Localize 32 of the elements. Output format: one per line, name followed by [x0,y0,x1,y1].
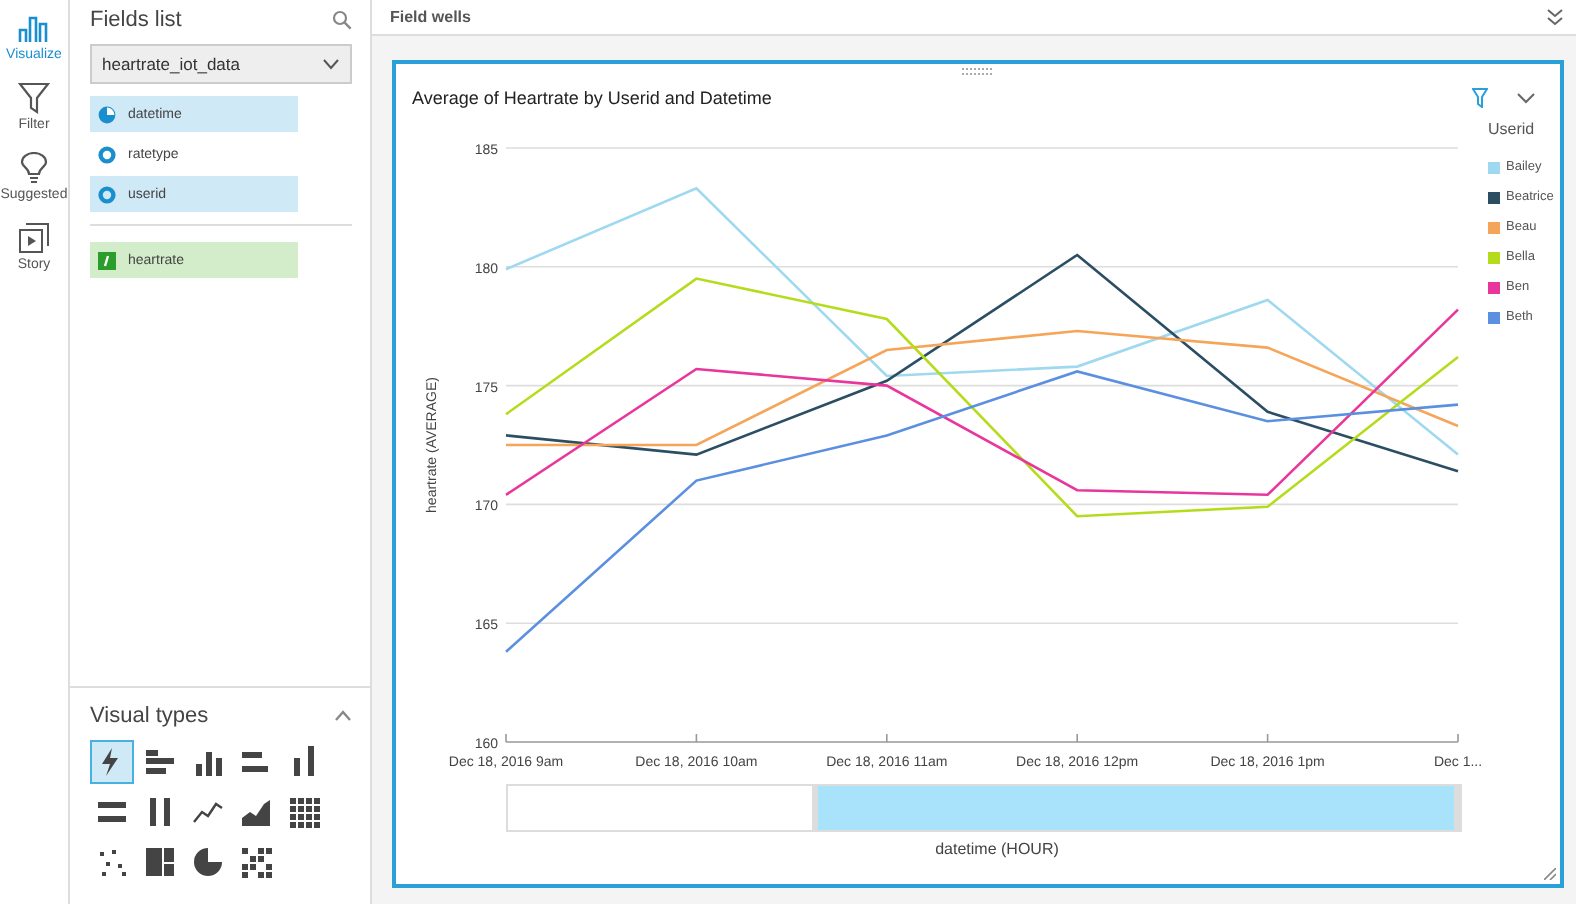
legend-title: Userid [1488,120,1537,138]
play-frame-icon [18,222,50,254]
panel-title: Fields list [90,8,182,32]
clock-icon [98,105,116,123]
visual-type-button[interactable] [90,740,134,784]
resize-handle-icon[interactable] [1544,868,1556,880]
filter-icon [18,82,50,114]
chevron-down-icon [322,58,340,70]
x-axis-title: datetime (HOUR) [935,840,1059,858]
double-chevron-icon[interactable] [1546,8,1564,26]
pivot-table-icon [238,844,274,880]
horizontal-bar-chart-icon [142,744,178,780]
filter-icon[interactable] [1472,88,1488,108]
chevron-up-icon[interactable] [334,710,352,722]
ring-icon [98,145,116,163]
chevron-down-icon[interactable] [1516,92,1536,104]
field-wells-bar[interactable]: Field wells [372,0,1576,36]
panel-title: Visual types [90,704,209,728]
field-wells-title: Field wells [390,8,471,26]
visual-title: Average of Heartrate by Userid and Datetime [412,88,772,108]
bar-chart-icon [18,12,50,44]
ring-icon [98,185,116,203]
heatmap-icon [286,794,322,830]
area-chart-icon [238,794,274,830]
scatter-plot-icon [94,844,130,880]
pie-chart-icon [190,844,226,880]
range-track[interactable] [506,784,1462,832]
square-icon [98,251,116,269]
lightbulb-icon [20,152,48,184]
dataset-dropdown[interactable]: heartrate_iot_data [90,44,352,84]
treemap-icon [142,844,178,880]
search-icon[interactable] [332,10,352,30]
